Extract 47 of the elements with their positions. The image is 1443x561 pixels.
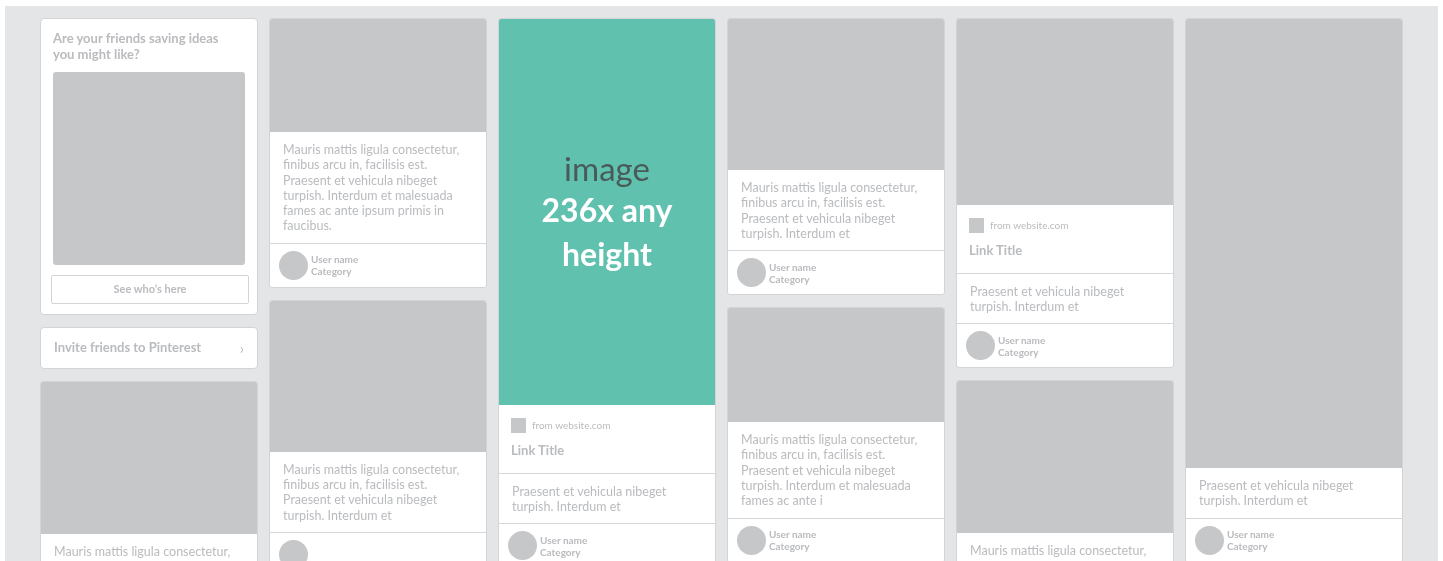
category: Category bbox=[540, 545, 582, 558]
pin-card[interactable]: from website.com Link Title Praesent et vehicula nibeget turpish. Interdum et User name Category bbox=[956, 18, 1174, 369]
favicon bbox=[511, 418, 526, 433]
image-label: image bbox=[564, 148, 650, 188]
category: Category bbox=[1227, 540, 1269, 553]
user-name[interactable]: User name bbox=[769, 260, 817, 273]
source-link[interactable]: from website.com bbox=[532, 418, 611, 433]
avatar bbox=[966, 331, 995, 361]
card-heading: Are your friends saving ideas you might like? bbox=[53, 30, 220, 62]
avatar bbox=[1195, 525, 1224, 555]
see-whos-here-button[interactable]: See who’s here bbox=[51, 275, 249, 304]
user-name[interactable]: User name bbox=[1227, 528, 1275, 541]
pin-description: Mauris mattis ligula consectetur, finibus arcu in, facilisis est. Praesent et vehicula nibeget turpish. Interdum et malesuada fames ac ante ipsum primis in faucibus. bbox=[282, 141, 461, 236]
avatar bbox=[279, 250, 308, 280]
link-title[interactable]: Link Title bbox=[511, 441, 703, 461]
user-name[interactable]: User name bbox=[998, 333, 1046, 346]
pin-description: Mauris mattis ligula consectetur, finibus arcu in, facilisis est. Praesent et vehicula nibeget turpish. Interdum et bbox=[740, 179, 919, 243]
invite-button[interactable]: Invite friends to Pinterest › bbox=[40, 327, 258, 369]
avatar bbox=[737, 525, 766, 555]
avatar bbox=[737, 258, 766, 288]
favicon bbox=[969, 218, 984, 233]
category: Category bbox=[311, 265, 353, 278]
pin-card[interactable]: Mauris mattis ligula consectetur, finibus arcu in, facilisis est. Praesent et vehicula nibeget turpish. Interdum et malesuada fames ac ante ipsum primis in faucibus. User name Category bbox=[269, 18, 487, 288]
pin-card[interactable]: image 236x any height from website.com Link Title Praesent et vehicula nibeget turpish. Interdum et User name Category bbox=[498, 18, 716, 561]
pin-card[interactable]: Mauris mattis ligula consectetur, finibus arcu in, facilisis est. Praesent et vehicula nibeget turpish. Interdum et User name Category bbox=[727, 18, 945, 296]
avatar bbox=[508, 531, 537, 561]
user-name[interactable]: User name bbox=[769, 528, 817, 541]
user-name[interactable]: User name bbox=[540, 533, 588, 546]
pin-card[interactable]: Mauris mattis ligula consectetur, finibus arcu in, facilisis est. Praesent et vehicula nibeget turpish. Interdum et bbox=[269, 299, 487, 561]
pin-description: Praesent et vehicula nibeget turpish. Interdum et bbox=[1198, 477, 1355, 511]
category: Category bbox=[998, 345, 1040, 358]
user-name[interactable]: User name bbox=[311, 253, 359, 266]
pin-description: Mauris mattis ligula consectetur, bbox=[969, 542, 1148, 561]
pin-description: Mauris mattis ligula consectetur, finibus arcu in, facilisis est. Praesent et vehicula nibeget turpish. Interdum et bbox=[282, 460, 461, 525]
pin-description: Mauris mattis ligula consectetur, finibus arcu in, facilisis est. Praesent et vehicula nibeget turpish. Interdum et malesuada fames ac ante i bbox=[740, 431, 919, 511]
image-size: 236x any height bbox=[540, 189, 674, 275]
pin-description: Mauris mattis ligula consectetur, bbox=[53, 543, 232, 561]
pin-card[interactable]: Mauris mattis ligula consectetur, finibus arcu in, facilisis est. Praesent et vehicula nibeget turpish. Interdum et malesuada fames ac ante i User name Category bbox=[727, 307, 945, 561]
pin-card[interactable]: Praesent et vehicula nibeget turpish. Interdum et User name Category bbox=[1185, 18, 1403, 561]
category: Category bbox=[769, 272, 811, 285]
link-title[interactable]: Link Title bbox=[969, 241, 1161, 261]
pin-card[interactable]: Mauris mattis ligula consectetur, bbox=[956, 380, 1174, 561]
pin-description: Praesent et vehicula nibeget turpish. Interdum et bbox=[969, 282, 1126, 316]
pin-card[interactable]: Mauris mattis ligula consectetur, bbox=[40, 381, 258, 561]
source-link[interactable]: from website.com bbox=[990, 218, 1069, 233]
category: Category bbox=[769, 540, 811, 553]
pin-description: Praesent et vehicula nibeget turpish. Interdum et bbox=[511, 482, 668, 516]
